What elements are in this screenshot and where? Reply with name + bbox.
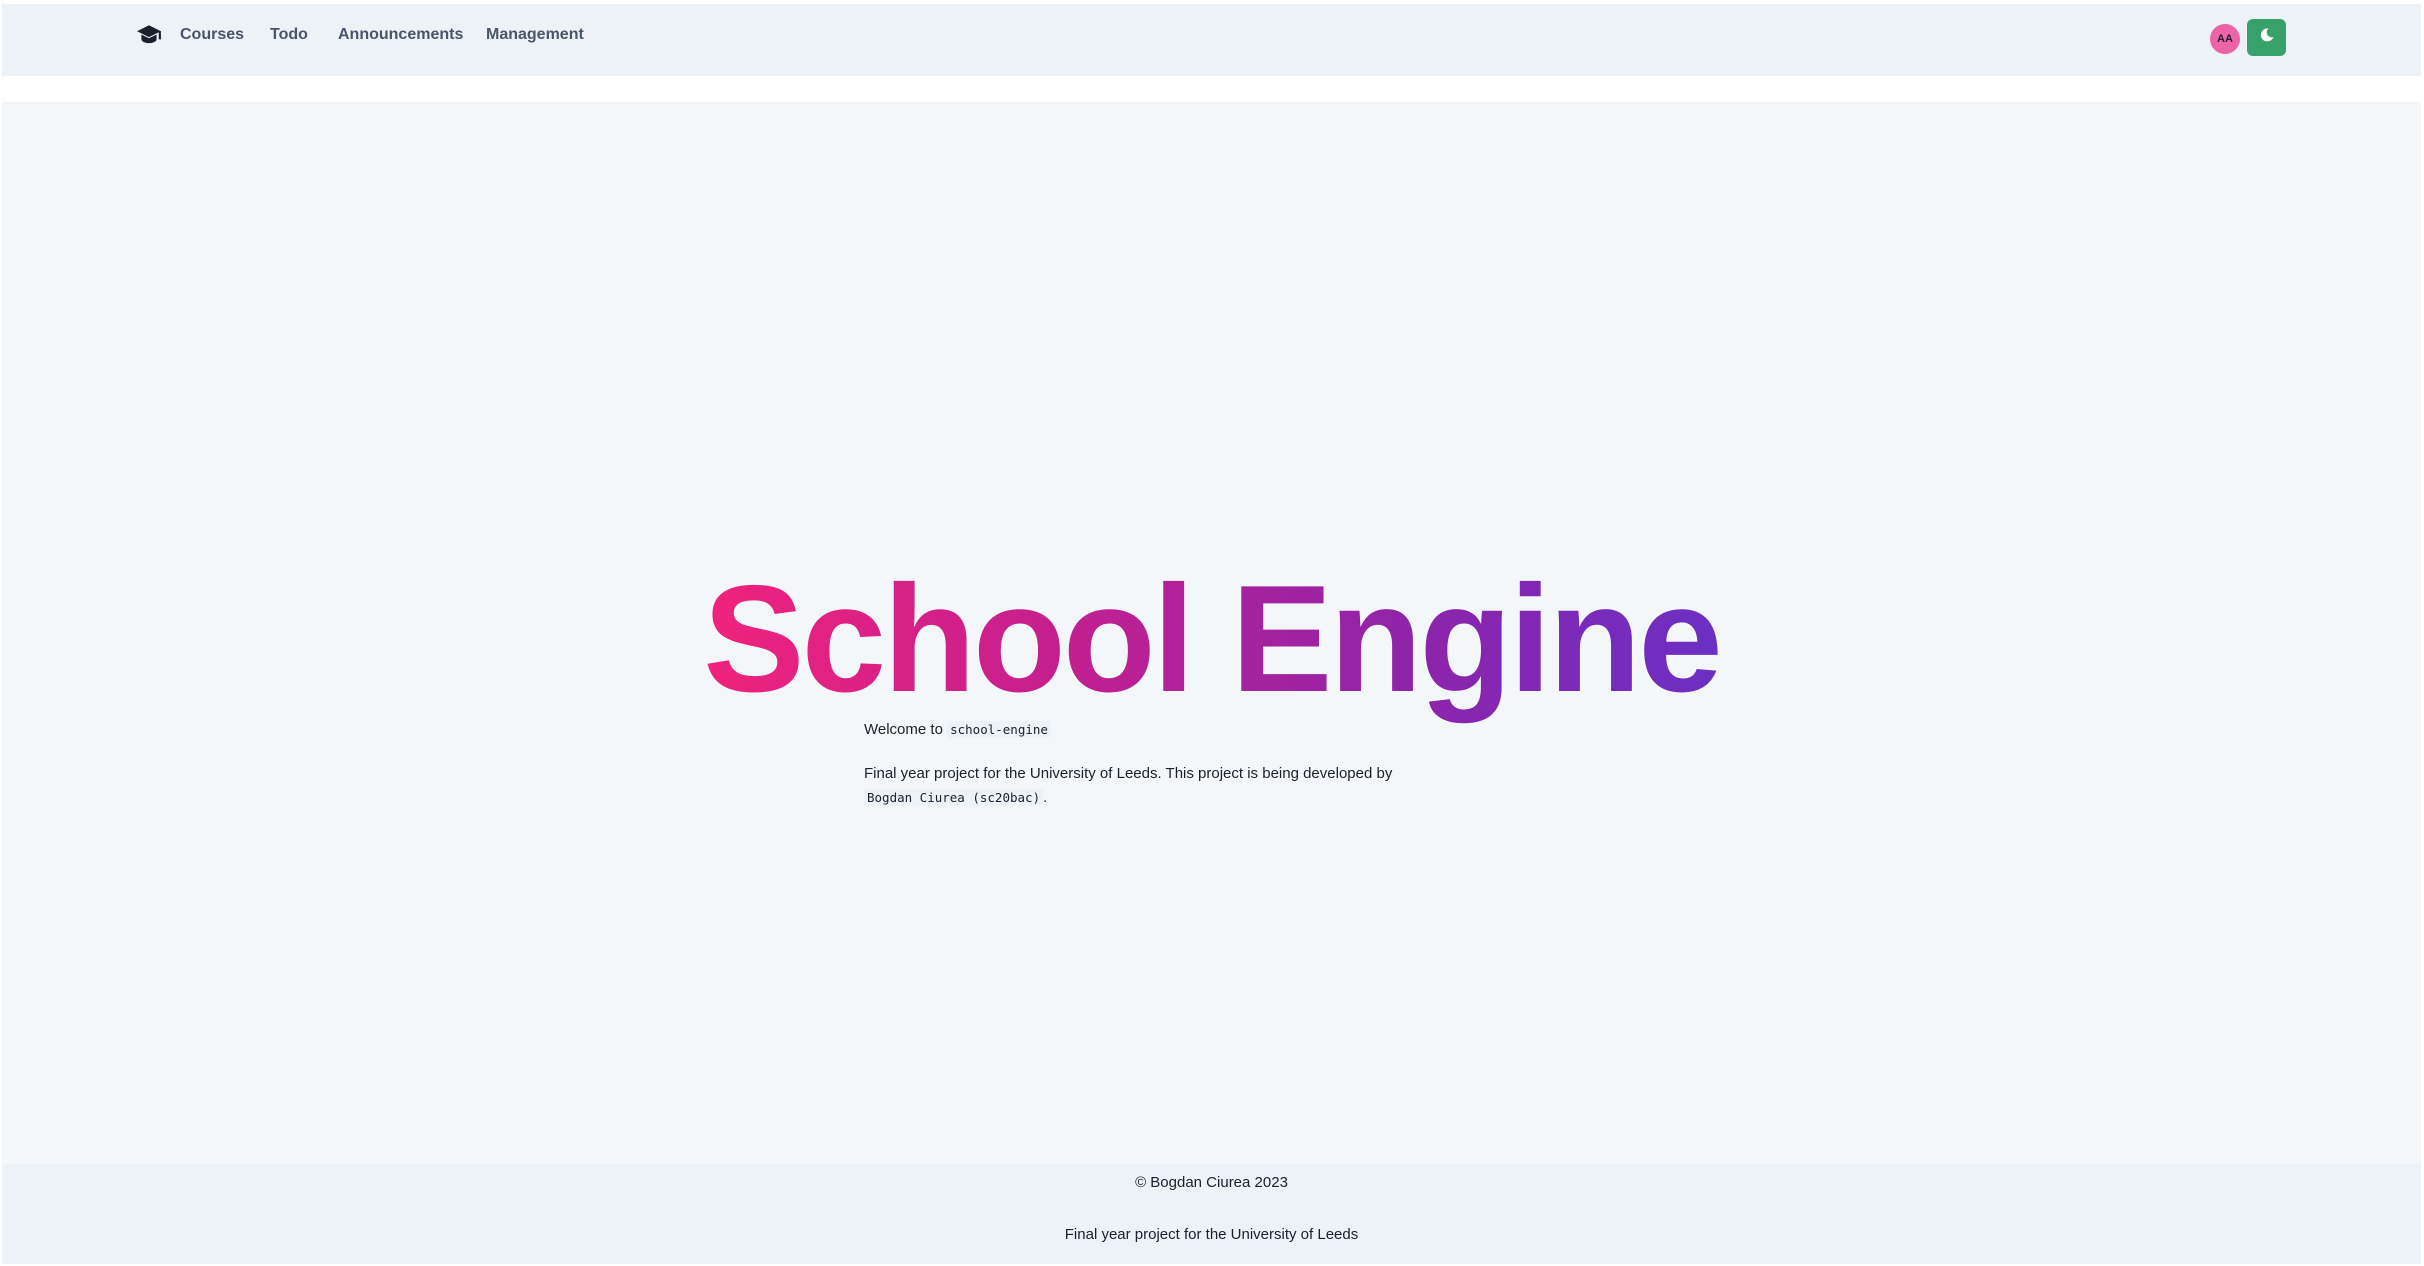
nav-link-announcements[interactable]: Announcements — [338, 26, 463, 44]
description-paragraph: Final year project for the University of… — [864, 762, 1584, 810]
author-suffix: . — [1043, 789, 1048, 806]
hero-title: School Engine — [2, 554, 2421, 724]
project-name-code: school-engine — [947, 721, 1051, 738]
footer-subtitle: Final year project for the University of… — [1064, 1226, 1359, 1243]
welcome-paragraph: Welcome to school-engine — [864, 718, 1584, 742]
graduation-cap-icon[interactable] — [136, 22, 162, 48]
nav-link-management[interactable]: Management — [486, 26, 584, 44]
footer: © Bogdan Ciurea 2023 Final year project … — [2, 1164, 2421, 1264]
welcome-prefix: Welcome to — [864, 721, 943, 738]
navbar: Courses Todo Announcements Management AA — [2, 4, 2421, 76]
main-content: School Engine Welcome to school-engine F… — [2, 102, 2421, 1164]
intro-section: Welcome to school-engine Final year proj… — [864, 718, 1584, 810]
app-frame: Courses Todo Announcements Management AA… — [2, 4, 2421, 1264]
avatar-initials: AA — [2217, 33, 2233, 45]
hero-title-text: School Engine — [703, 554, 1723, 724]
avatar[interactable]: AA — [2210, 24, 2240, 54]
description-text: Final year project for the University of… — [864, 765, 1393, 782]
nav-link-todo[interactable]: Todo — [270, 26, 308, 44]
theme-toggle-button[interactable] — [2247, 19, 2286, 56]
author-code: Bogdan Ciurea (sc20bac) — [864, 789, 1044, 806]
moon-icon — [2259, 27, 2275, 48]
nav-link-courses[interactable]: Courses — [180, 26, 244, 44]
footer-copyright: © Bogdan Ciurea 2023 — [1135, 1174, 1288, 1191]
